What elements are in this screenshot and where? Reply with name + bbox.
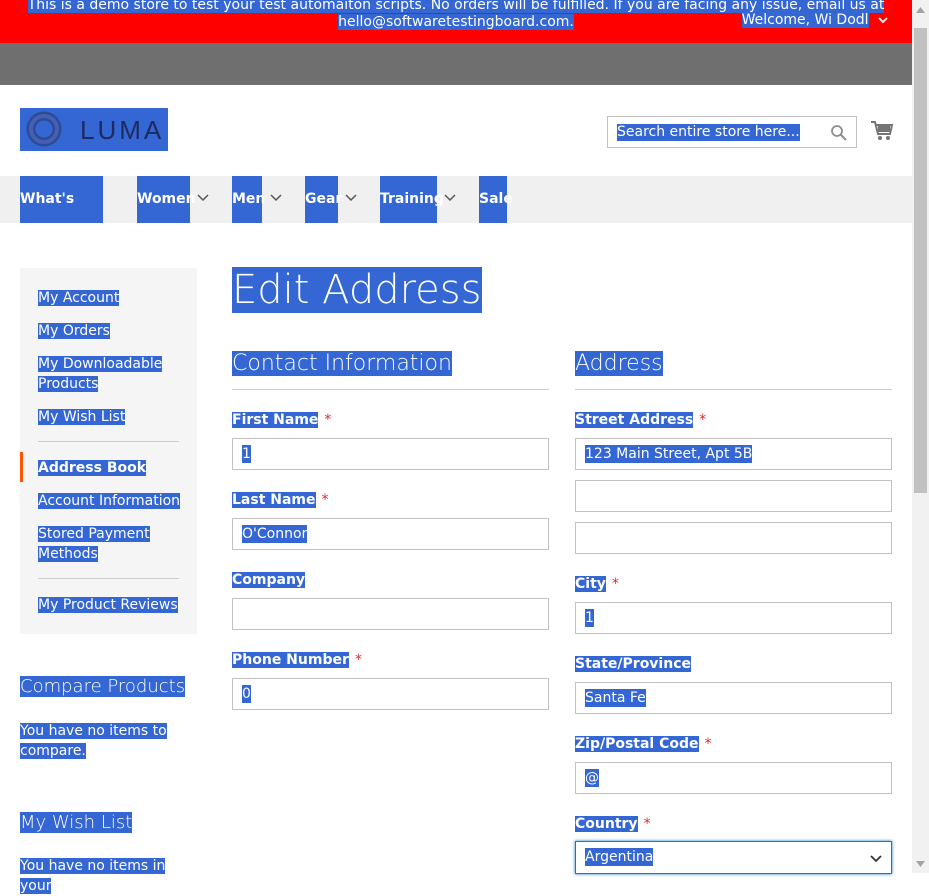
sidebar-item-my-account[interactable]: My Account [38,288,120,308]
required-marker: * [611,576,619,592]
section-divider [575,389,892,390]
welcome-menu[interactable]: Welcome, Wi Dodl [741,10,889,30]
company-field[interactable] [232,598,549,630]
street-address-field-2[interactable] [575,480,892,512]
sidebar-item-label: My Orders [38,323,110,339]
sidebar-item-my-orders[interactable]: My Orders [38,321,110,341]
chevron-down-icon [345,194,357,202]
required-marker: * [643,816,651,832]
compare-products-title: Compare Products [20,676,186,697]
banner-text-line2: hello@softwaretestingboard.com. [338,14,574,30]
required-marker: * [354,652,362,668]
sidebar-item-label: Stored Payment Methods [38,526,150,562]
luma-logo-mark [26,111,62,147]
sidebar-item-address-book: Address Book [38,458,147,478]
required-marker: * [704,736,712,752]
nav-item-men[interactable]: Men [232,176,265,223]
zip-label: Zip/Postal Code * [575,736,712,752]
cart-icon[interactable] [870,120,894,142]
nav-item-whats-new[interactable]: What's New [20,176,103,254]
contact-info-title: Contact Information [232,351,452,376]
zip-field[interactable]: @ [575,762,892,794]
required-marker: * [321,492,329,508]
required-marker: * [324,412,332,428]
welcome-text: Welcome, Wi Dodl [741,12,869,28]
first-name-field[interactable]: 1 [232,438,549,470]
chevron-down-icon [270,194,282,202]
wishlist-empty-text: You have no items in your [20,858,166,894]
country-select[interactable]: Argentina [575,841,892,874]
street-address-field-1[interactable]: 123 Main Street, Apt 5B [575,438,892,470]
sidebar-item-label: Address Book [38,460,147,476]
nav-item-gear[interactable]: Gear [305,176,342,223]
city-field[interactable]: 1 [575,602,892,634]
phone-field[interactable]: 0 [232,678,549,710]
chevron-down-icon [878,17,888,24]
required-marker: * [699,412,707,428]
state-label: State/Province [575,656,691,672]
account-bar [0,43,912,85]
sidebar-divider [38,578,179,579]
sidebar-item-downloadable-products[interactable]: My Downloadable Products [38,354,168,394]
sidebar-item-stored-payment-methods[interactable]: Stored Payment Methods [38,524,158,564]
chevron-down-icon [197,194,209,202]
scroll-down-arrow-icon[interactable] [915,859,926,869]
last-name-label: Last Name * [232,492,329,508]
state-field[interactable]: Santa Fe [575,682,892,714]
nav-item-sale[interactable]: Sale [479,176,513,223]
compare-empty-text: You have no items to compare. [20,723,167,759]
active-marker [20,452,23,482]
sidebar-item-label: My Product Reviews [38,597,178,613]
chevron-down-icon [870,855,882,863]
chevron-down-icon [444,194,456,202]
section-divider [232,389,549,390]
address-title: Address [575,351,663,376]
sidebar-item-label: My Downloadable Products [38,356,163,392]
last-name-field[interactable]: O'Connor [232,518,549,550]
logo-text: LUMA [80,115,165,145]
sidebar-item-wish-list[interactable]: My Wish List [38,407,126,427]
page-title: Edit Address [232,267,483,313]
sidebar-item-label: Account Information [38,493,181,509]
scrollbar-thumb[interactable] [914,28,927,493]
search-placeholder: Search entire store here... [617,124,800,141]
company-label: Company [232,572,306,588]
wishlist-block-title: My Wish List [20,812,133,833]
country-label: Country * [575,816,651,832]
sidebar-item-account-information[interactable]: Account Information [38,491,181,511]
sidebar-divider [38,441,179,442]
street-address-label: Street Address * [575,412,707,428]
search-input[interactable]: Search entire store here... [607,116,857,148]
luma-logo[interactable]: LUMA [20,108,168,151]
nav-item-training[interactable]: Training [380,176,444,223]
first-name-label: First Name * [232,412,332,428]
main-nav: What's New Women Men Gear Training Sale [0,176,912,254]
sidebar-item-product-reviews[interactable]: My Product Reviews [38,595,178,615]
scroll-up-arrow-icon[interactable] [915,5,926,15]
city-label: City * [575,576,619,592]
search-icon[interactable] [830,124,848,142]
sidebar-item-label: My Wish List [38,409,126,425]
street-address-field-3[interactable] [575,522,892,554]
nav-item-women[interactable]: Women [137,176,196,223]
phone-label: Phone Number * [232,652,362,668]
sidebar-item-label: My Account [38,290,120,306]
